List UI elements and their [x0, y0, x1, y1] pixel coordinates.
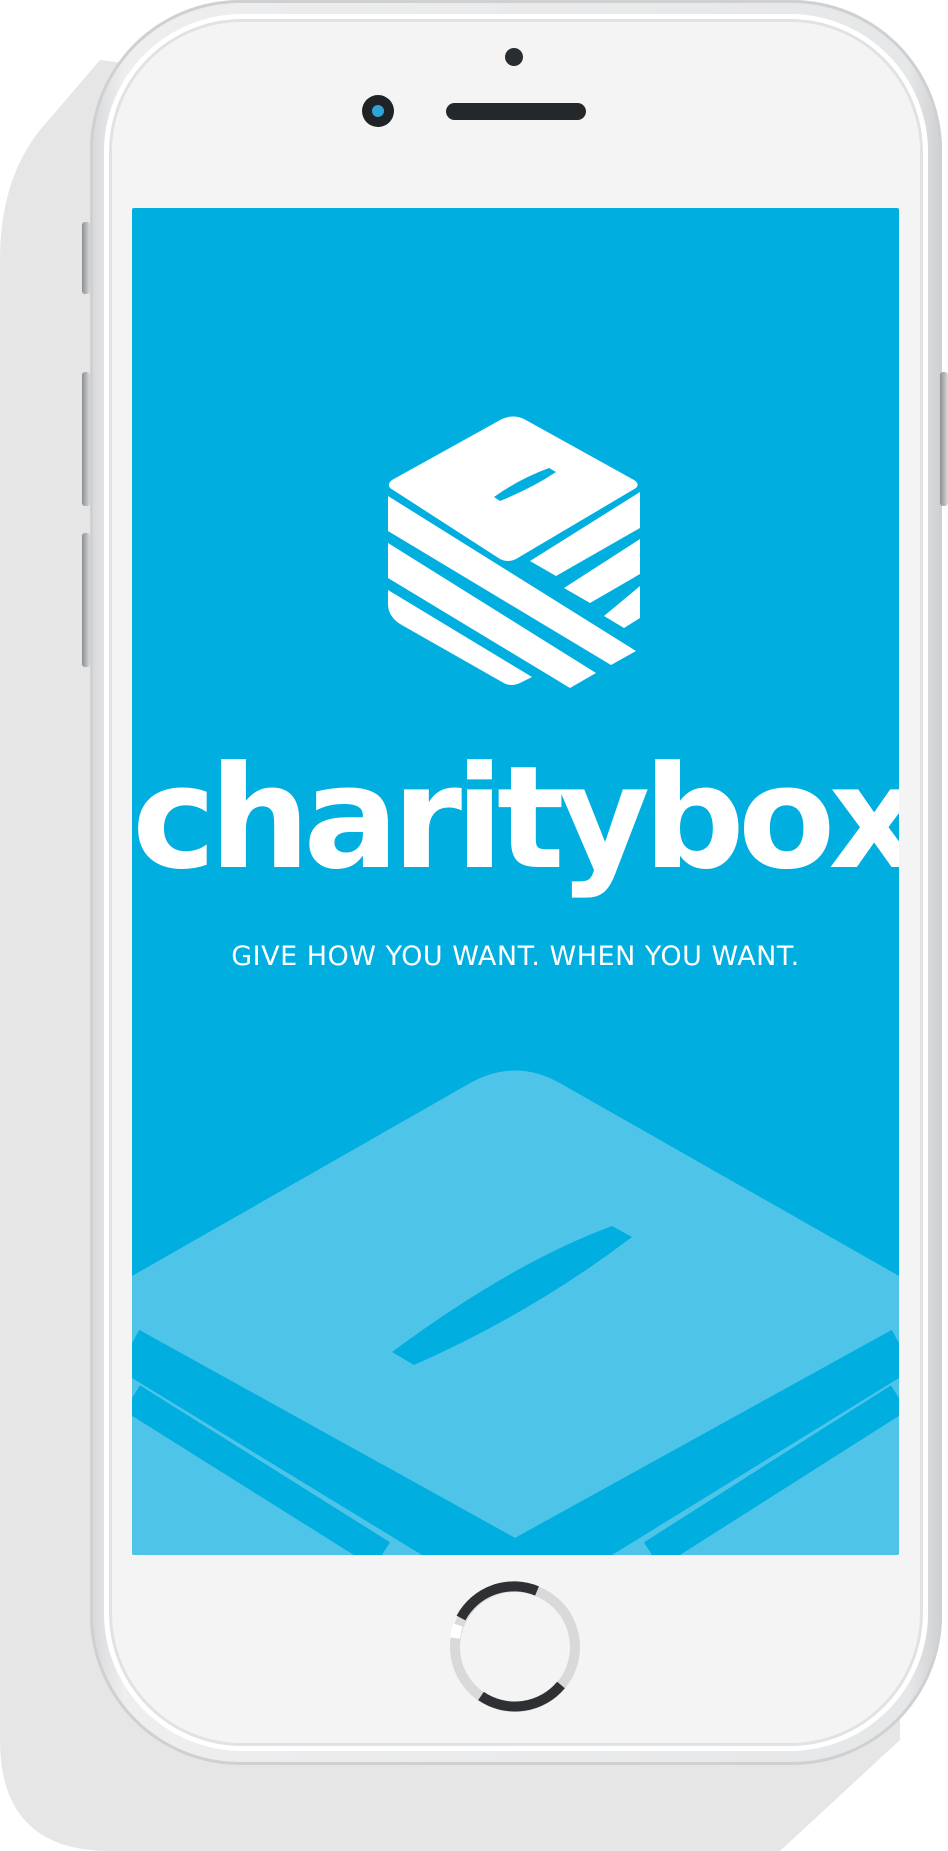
earpiece-speaker: [446, 103, 586, 120]
splash-screen[interactable]: charitybox GIVE HOW YOU WANT. WHEN YOU W…: [132, 208, 899, 1555]
home-button-icon[interactable]: [446, 1578, 584, 1716]
volume-down-button[interactable]: [82, 533, 90, 667]
mute-switch[interactable]: [82, 222, 90, 294]
charitybox-cube-icon: [388, 416, 640, 688]
power-button[interactable]: [940, 372, 948, 506]
front-camera-icon: [362, 95, 394, 127]
proximity-sensor: [505, 48, 523, 66]
tagline: GIVE HOW YOU WANT. WHEN YOU WANT.: [231, 941, 800, 972]
brand-wordmark: charitybox: [132, 736, 899, 901]
device-mockup: charitybox GIVE HOW YOU WANT. WHEN YOU W…: [0, 0, 948, 1851]
volume-up-button[interactable]: [82, 372, 90, 506]
